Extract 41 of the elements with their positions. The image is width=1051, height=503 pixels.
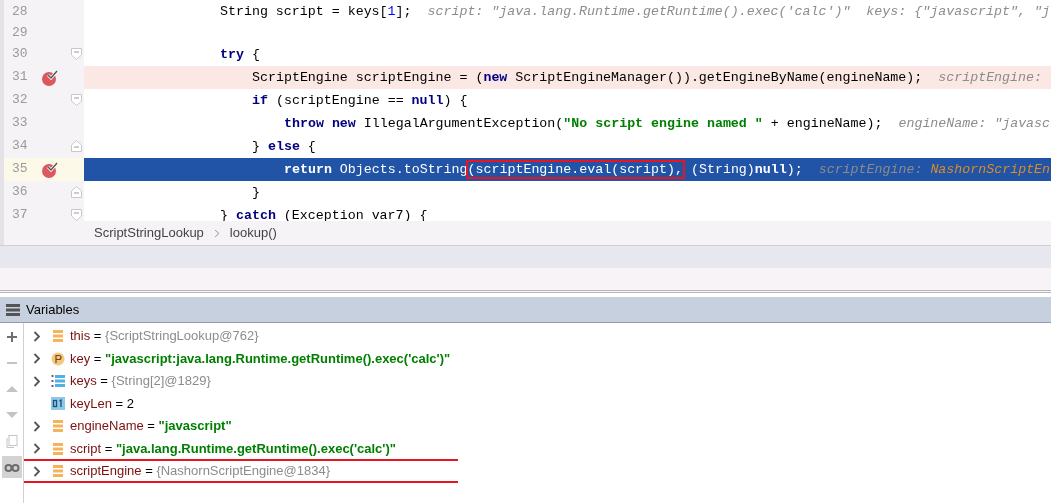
code-line: if (scriptEngine == null) { [252, 91, 468, 110]
line-number: 36 [11, 183, 29, 202]
glasses-icon[interactable] [1, 456, 22, 478]
variable-entry[interactable]: script = "java.lang.Runtime.getRuntime().exec('calc')" [70, 438, 396, 459]
panel-title: Variables [26, 300, 80, 319]
variable-entry[interactable]: this = {ScriptStringLookup@762} [70, 326, 259, 346]
field-icon [52, 464, 64, 478]
line-number: 35 [11, 160, 29, 179]
code-line: String script = keys[1]; script: "java.lang.Runtime.getRuntime().exec('calc')" keys: {"javascript", "j [220, 3, 1050, 21]
line-number: 33 [11, 114, 29, 133]
variable-entry[interactable]: keys = {String[2]@1829} [70, 371, 211, 391]
variable-entry[interactable]: key = "javascript:java.lang.Runtime.getRuntime().exec('calc')" [70, 348, 451, 369]
code-line: throw new IllegalArgumentException("No script engine named " + engineName); engineName: "javasc [284, 114, 1051, 133]
breakpoint-icon[interactable] [41, 160, 59, 178]
code-line: } else { [252, 137, 316, 156]
breakpoint-line: ScriptEngine scriptEngine = (new ScriptEngineManager()).getEngineByName(engineName); scriptEngine: [252, 68, 1042, 87]
variable-entry[interactable]: scriptEngine = {NashornScriptEngine@1834} [70, 461, 331, 481]
code-line: try { [220, 45, 260, 64]
breadcrumb[interactable]: lookup() [229, 223, 277, 243]
variable-entry[interactable]: engineName = "javascript" [70, 416, 232, 436]
field-icon [52, 329, 64, 343]
line-number: 37 [11, 206, 29, 221]
breadcrumb[interactable]: ScriptStringLookup [94, 223, 204, 243]
parameter-icon [51, 351, 65, 366]
line-number: 28 [11, 2, 29, 21]
line-number: 29 [11, 24, 29, 42]
current-line: return Objects.toString(scriptEngine.eval(script), (String)null); scriptEngine: NashornScriptEn [284, 160, 1051, 179]
array-icon [51, 374, 65, 388]
line-number: 31 [11, 68, 29, 87]
field-icon [52, 419, 64, 433]
field-icon [52, 441, 64, 456]
code-line: } catch (Exception var7) { [220, 206, 428, 221]
breakpoint-icon[interactable] [41, 68, 59, 86]
primitive-icon [51, 397, 65, 410]
line-number: 32 [11, 91, 29, 110]
line-number: 34 [11, 137, 29, 156]
menu-icon [6, 303, 20, 316]
code-line: } [252, 183, 260, 202]
variable-entry[interactable]: keyLen = 2 [70, 393, 134, 414]
chevron-icon [213, 228, 220, 238]
line-number: 30 [11, 45, 29, 64]
